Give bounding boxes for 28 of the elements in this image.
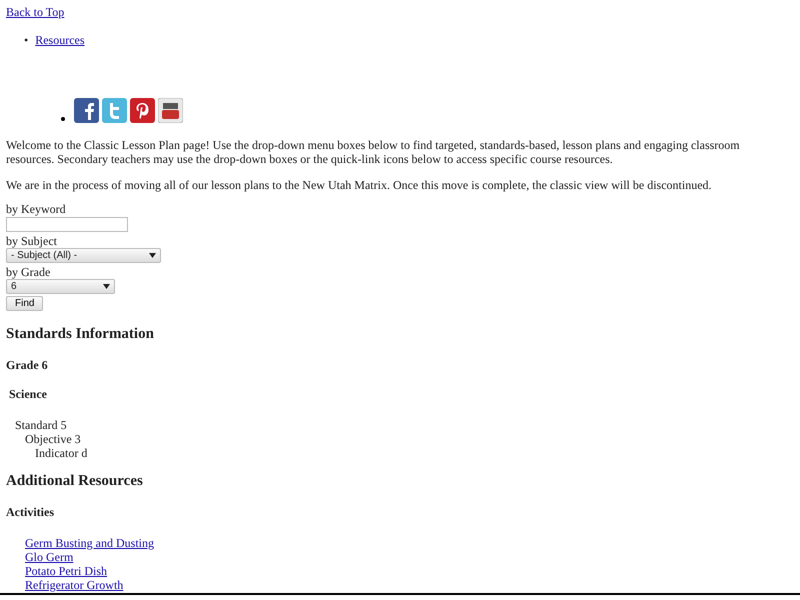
caret-icon bbox=[149, 253, 156, 258]
subject-heading: Science bbox=[8, 387, 48, 401]
standard-item: Indicator d bbox=[34, 446, 88, 460]
keyword-label: by Keyword bbox=[6, 202, 66, 216]
grade-dropdown[interactable]: 6 bbox=[6, 279, 115, 294]
activity-link[interactable]: Germ Busting and Dusting bbox=[25, 536, 154, 550]
nav-link[interactable]: Resources bbox=[35, 33, 85, 47]
activity-link[interactable]: Refrigerator Growth bbox=[25, 578, 124, 592]
section-heading: Standards Information bbox=[6, 325, 155, 343]
activities-heading: Activities bbox=[6, 505, 55, 519]
list-bullet: • bbox=[24, 33, 28, 47]
subject-label: by Subject bbox=[6, 234, 57, 248]
subject-dropdown[interactable]: - Subject (All) - bbox=[6, 248, 161, 263]
facebook-icon[interactable] bbox=[74, 98, 99, 123]
keyword-field[interactable] bbox=[6, 217, 128, 232]
find-button[interactable]: Find bbox=[6, 296, 44, 311]
caret-icon bbox=[103, 284, 110, 289]
intro-paragraph: We are in the process of moving all of our lesson plans to the New Utah Matrix. Once this move is complete, the classic view will be discontinued. bbox=[6, 178, 713, 192]
activity-link[interactable]: Potato Petri Dish bbox=[25, 564, 108, 578]
pinterest-icon[interactable] bbox=[130, 98, 155, 123]
standard-item: Objective 3 bbox=[24, 432, 81, 446]
activity-link[interactable]: Glo Germ bbox=[25, 550, 74, 564]
grade-label: by Grade bbox=[6, 265, 50, 279]
back-to-top-link[interactable]: Back to Top bbox=[6, 5, 64, 19]
section-heading: Additional Resources bbox=[6, 472, 144, 490]
intro-paragraph: Welcome to the Classic Lesson Plan page! Use the drop-down menu boxes below to find targeted, standards-based, lesson plans and engaging classroom resources. Secondary teachers may use the drop-down boxes or the quick-link icons below to access specific course resources. bbox=[6, 138, 741, 166]
standard-item: Standard 5 bbox=[14, 418, 67, 432]
grade-heading: Grade 6 bbox=[6, 358, 49, 372]
